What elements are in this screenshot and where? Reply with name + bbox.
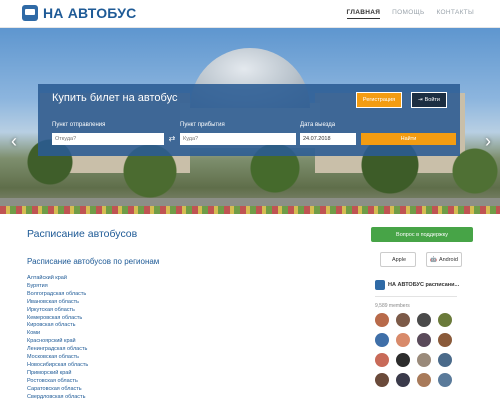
login-icon: ⇥ bbox=[417, 97, 423, 103]
vk-widget-header[interactable]: НА АВТОБУС расписани... bbox=[375, 280, 459, 290]
member-avatar[interactable] bbox=[438, 313, 452, 327]
member-avatar[interactable] bbox=[375, 313, 389, 327]
region-link[interactable]: Бурятия bbox=[27, 283, 88, 291]
region-link[interactable]: Ростовская область bbox=[27, 378, 88, 386]
login-button[interactable]: ⇥ Войти bbox=[411, 92, 447, 108]
member-avatar[interactable] bbox=[396, 353, 410, 367]
member-grid bbox=[375, 313, 452, 387]
schedule-title: Расписание автобусов bbox=[27, 228, 138, 240]
member-avatar[interactable] bbox=[417, 373, 431, 387]
region-link[interactable]: Кировская область bbox=[27, 322, 88, 330]
member-avatar[interactable] bbox=[396, 373, 410, 387]
group-avatar bbox=[375, 280, 385, 290]
flowerbed-image bbox=[0, 206, 500, 214]
apple-app-button[interactable]: Apple bbox=[380, 252, 416, 267]
member-avatar[interactable] bbox=[396, 313, 410, 327]
regions-title: Расписание автобусов по регионам bbox=[27, 257, 160, 266]
member-avatar[interactable] bbox=[417, 353, 431, 367]
register-button[interactable]: Регистрация bbox=[356, 92, 402, 108]
android-icon: 🤖 bbox=[430, 256, 437, 263]
member-avatar[interactable] bbox=[375, 373, 389, 387]
region-link[interactable]: Московская область bbox=[27, 354, 88, 362]
region-list: Алтайский край Бурятия Волгоградская облас… bbox=[27, 275, 88, 402]
bus-icon bbox=[22, 5, 38, 21]
swap-icon[interactable]: ⇄ bbox=[166, 133, 178, 145]
member-avatar[interactable] bbox=[417, 333, 431, 347]
apple-label: Apple bbox=[391, 256, 407, 263]
region-link[interactable]: Волгоградская область bbox=[27, 291, 88, 299]
android-app-button[interactable]: 🤖 Android bbox=[426, 252, 462, 267]
region-link[interactable]: Ивановская область bbox=[27, 299, 88, 307]
member-avatar[interactable] bbox=[375, 353, 389, 367]
region-link[interactable]: Приморский край bbox=[27, 370, 88, 378]
date-input[interactable] bbox=[300, 133, 356, 145]
logo-text: НА АВТОБУС bbox=[43, 5, 137, 21]
member-avatar[interactable] bbox=[375, 333, 389, 347]
panel-title: Купить билет на автобус bbox=[52, 92, 178, 104]
region-link[interactable]: Свердловская область bbox=[27, 394, 88, 402]
region-link[interactable]: Саратовская область bbox=[27, 386, 88, 394]
site-header: НА АВТОБУС ГЛАВНАЯ ПОМОЩЬ КОНТАКТЫ bbox=[0, 0, 500, 28]
from-input[interactable] bbox=[52, 133, 164, 145]
region-link[interactable]: Ленинградская область bbox=[27, 346, 88, 354]
region-link[interactable]: Кемеровская область bbox=[27, 315, 88, 323]
group-name: НА АВТОБУС расписани... bbox=[388, 282, 460, 288]
nav-home[interactable]: ГЛАВНАЯ bbox=[346, 9, 381, 19]
member-avatar[interactable] bbox=[438, 333, 452, 347]
member-avatar[interactable] bbox=[438, 373, 452, 387]
to-input[interactable] bbox=[180, 133, 296, 145]
region-link[interactable]: Иркутская область bbox=[27, 307, 88, 315]
ticket-search-panel: Купить билет на автобус Регистрация ⇥ Во… bbox=[38, 84, 460, 156]
nav-contacts[interactable]: КОНТАКТЫ bbox=[437, 9, 474, 19]
login-label: Войти bbox=[424, 97, 440, 103]
to-label: Пункт прибытия bbox=[180, 122, 225, 128]
nav-help[interactable]: ПОМОЩЬ bbox=[392, 9, 424, 19]
region-link[interactable]: Новосибирская область bbox=[27, 362, 88, 370]
divider bbox=[375, 296, 457, 297]
region-link[interactable]: Алтайский край bbox=[27, 275, 88, 283]
member-avatar[interactable] bbox=[396, 333, 410, 347]
members-count: 9,589 members bbox=[375, 303, 410, 309]
android-label: Android bbox=[438, 256, 458, 263]
main-nav: ГЛАВНАЯ ПОМОЩЬ КОНТАКТЫ bbox=[346, 9, 474, 19]
from-label: Пункт отправления bbox=[52, 122, 106, 128]
find-button[interactable]: Найти bbox=[361, 133, 456, 145]
member-avatar[interactable] bbox=[438, 353, 452, 367]
carousel-prev-icon[interactable]: ‹ bbox=[8, 131, 20, 151]
date-label: Дата выезда bbox=[300, 122, 336, 128]
carousel-next-icon[interactable]: › bbox=[482, 131, 494, 151]
region-link[interactable]: Красноярский край bbox=[27, 338, 88, 346]
support-button[interactable]: Вопрос в поддержку bbox=[371, 227, 473, 242]
member-avatar[interactable] bbox=[417, 313, 431, 327]
logo[interactable]: НА АВТОБУС bbox=[22, 5, 136, 21]
